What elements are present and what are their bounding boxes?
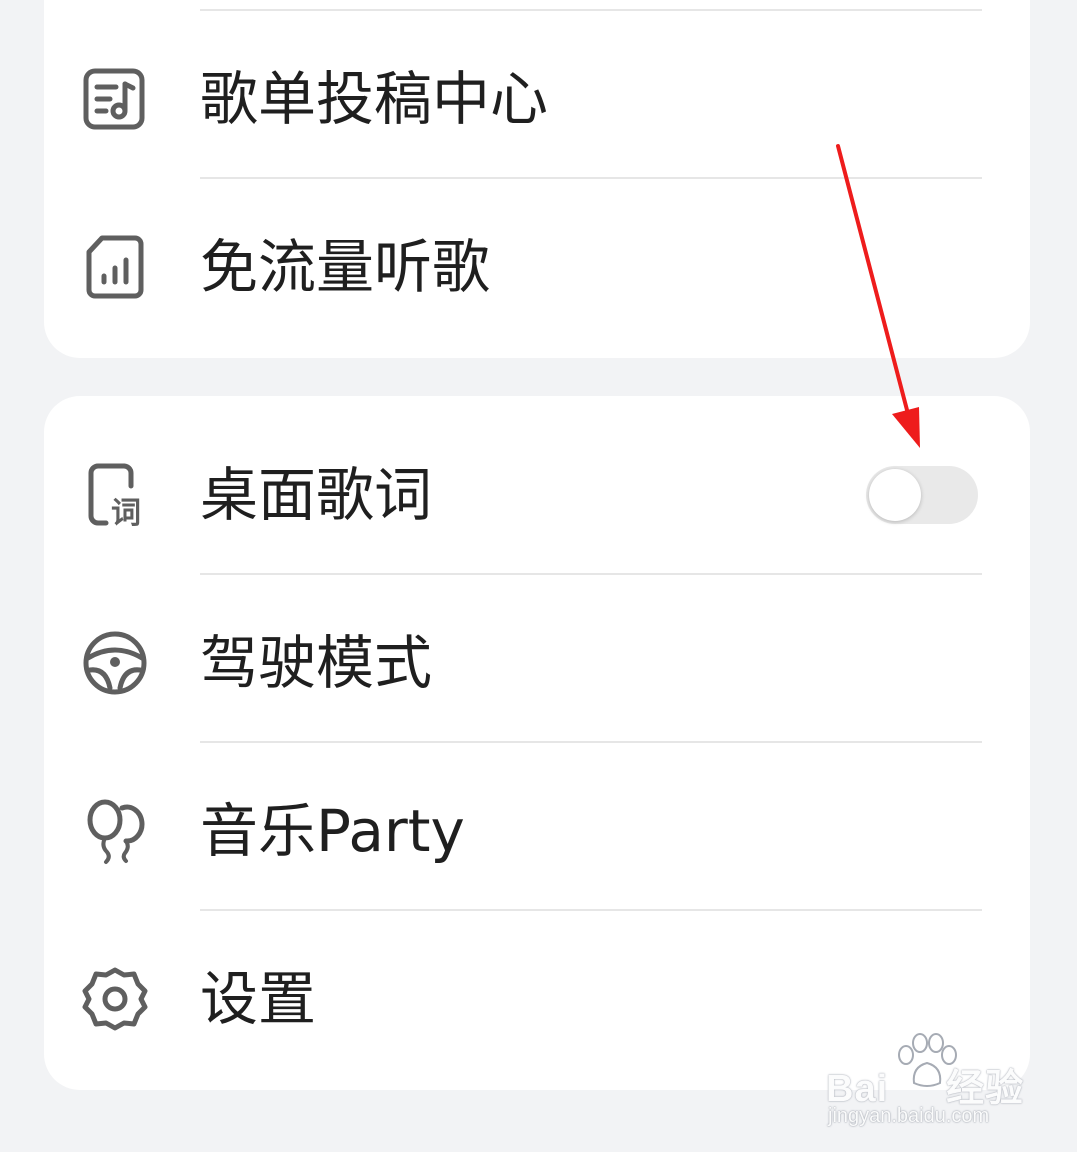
menu-item-data-free-listening[interactable]: 免流量听歌 [44, 232, 1030, 302]
desktop-lyrics-toggle[interactable] [866, 466, 978, 524]
gear-icon [80, 964, 150, 1034]
watermark-url: jingyan.baidu.com [828, 1105, 990, 1127]
divider [200, 909, 982, 911]
divider [200, 9, 982, 11]
desktop-lyrics-icon: 词 [80, 460, 150, 530]
menu-item-label: 设置 [200, 965, 317, 1033]
toggle-knob [869, 469, 921, 521]
lyrics-icon-glyph: 词 [111, 496, 141, 530]
menu-item-desktop-lyrics[interactable]: 词 桌面歌词 [44, 460, 1030, 530]
menu-item-label: 免流量听歌 [200, 233, 491, 301]
menu-card-bottom: 词 桌面歌词 驾驶模式 音乐Party 设置 [44, 396, 1030, 1090]
menu-item-playlist-submission[interactable]: 歌单投稿中心 [44, 64, 1030, 134]
menu-item-label: 桌面歌词 [200, 461, 433, 529]
menu-item-label: 歌单投稿中心 [200, 65, 549, 133]
menu-item-label: 驾驶模式 [200, 629, 433, 697]
divider [200, 741, 982, 743]
data-free-sim-icon [80, 232, 150, 302]
menu-item-driving-mode[interactable]: 驾驶模式 [44, 628, 1030, 698]
divider [200, 177, 982, 179]
balloons-icon [80, 796, 150, 866]
menu-item-settings[interactable]: 设置 [44, 964, 1030, 1034]
menu-item-label: 音乐Party [200, 797, 465, 865]
playlist-submit-icon [80, 64, 150, 134]
menu-item-music-party[interactable]: 音乐Party [44, 796, 1030, 866]
divider [200, 573, 982, 575]
menu-card-top: 歌单投稿中心 免流量听歌 [44, 0, 1030, 358]
steering-wheel-icon [80, 628, 150, 698]
